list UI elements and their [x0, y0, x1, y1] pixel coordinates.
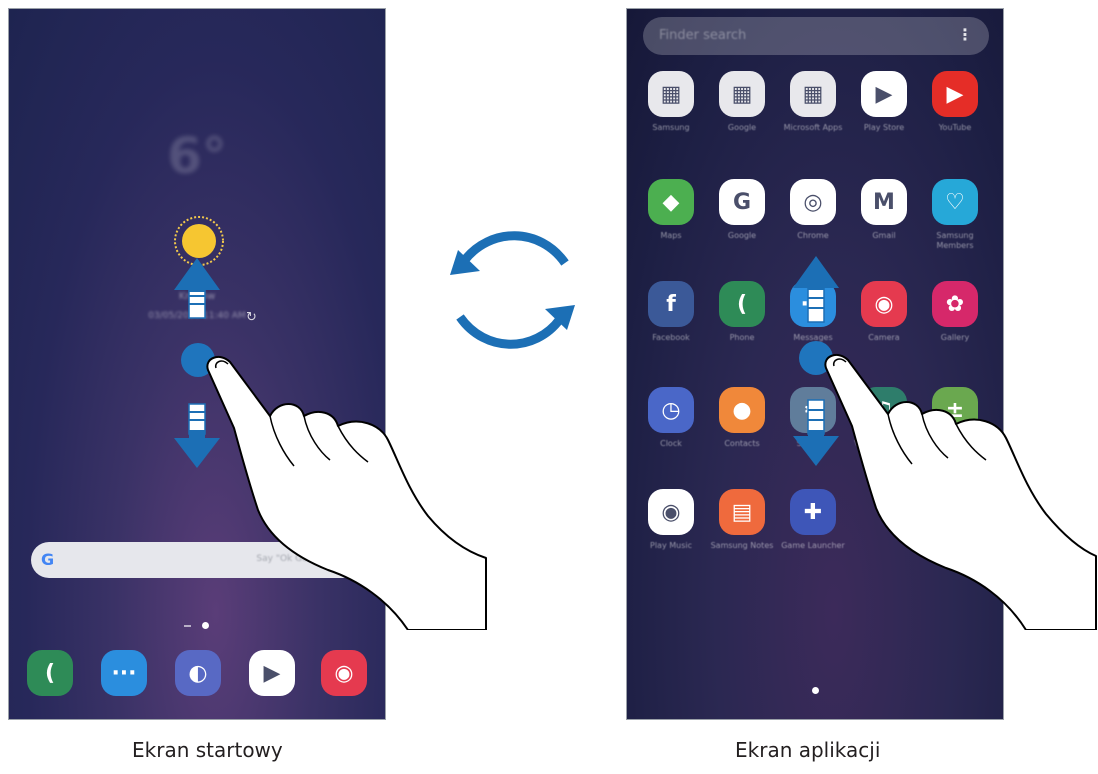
app-maps[interactable]: ◆ Maps [635, 179, 707, 241]
app-play-store[interactable]: ▶ Play Store [848, 71, 920, 133]
dock-internet-icon[interactable]: ◐ [175, 650, 221, 696]
home-screen-caption: Ekran startowy [132, 738, 283, 762]
app-label: Samsung [652, 123, 690, 132]
weather-temperature: 6° [167, 127, 227, 185]
samsung-folder-icon: ▦ [648, 71, 694, 117]
page-indicator-dot [812, 687, 819, 694]
apps-swipe-gesture [793, 256, 1097, 630]
microsoft-folder-icon: ▦ [790, 71, 836, 117]
app-gmail[interactable]: M Gmail [848, 179, 920, 241]
app-chrome[interactable]: ◎ Chrome [777, 179, 849, 241]
app-label: Google [727, 123, 757, 132]
dock-phone-icon[interactable]: ( [27, 650, 73, 696]
home-swipe-gesture [174, 258, 487, 630]
swipe-up-arrow-icon [793, 256, 839, 323]
play-store-icon: ▶ [861, 71, 907, 117]
google-icon: G [719, 179, 765, 225]
dock-play-store-icon[interactable]: ▶ [249, 650, 295, 696]
google-folder-icon: ▦ [719, 71, 765, 117]
finder-search-placeholder: Finder search [659, 28, 747, 43]
app-label: Play Store [863, 123, 905, 132]
app-label: YouTube [938, 123, 972, 132]
app-label: Microsoft Apps [783, 123, 843, 132]
maps-icon: ◆ [648, 179, 694, 225]
app-microsoft-folder[interactable]: ▦ Microsoft Apps [777, 71, 849, 133]
app-samsung-folder[interactable]: ▦ Samsung [635, 71, 707, 133]
samsung-members-icon: ♡ [932, 179, 978, 225]
dock-camera-icon[interactable]: ◉ [321, 650, 367, 696]
swipe-down-arrow-icon [793, 399, 839, 466]
apps-screen-caption: Ekran aplikacji [735, 738, 881, 762]
app-google[interactable]: G Google [706, 179, 778, 241]
chrome-icon: ◎ [790, 179, 836, 225]
finder-search-bar[interactable]: Finder search ⋮ [643, 17, 989, 55]
swipe-down-arrow-icon [174, 403, 220, 468]
gmail-icon: M [861, 179, 907, 225]
more-options-icon[interactable]: ⋮ [957, 25, 973, 44]
dock: ( ··· ◐ ▶ ◉ [9, 650, 385, 700]
app-youtube[interactable]: ▶ YouTube [919, 71, 991, 133]
youtube-icon: ▶ [932, 71, 978, 117]
app-google-folder[interactable]: ▦ Google [706, 71, 778, 133]
dock-messages-icon[interactable]: ··· [101, 650, 147, 696]
swipe-up-arrow-icon [174, 258, 220, 319]
